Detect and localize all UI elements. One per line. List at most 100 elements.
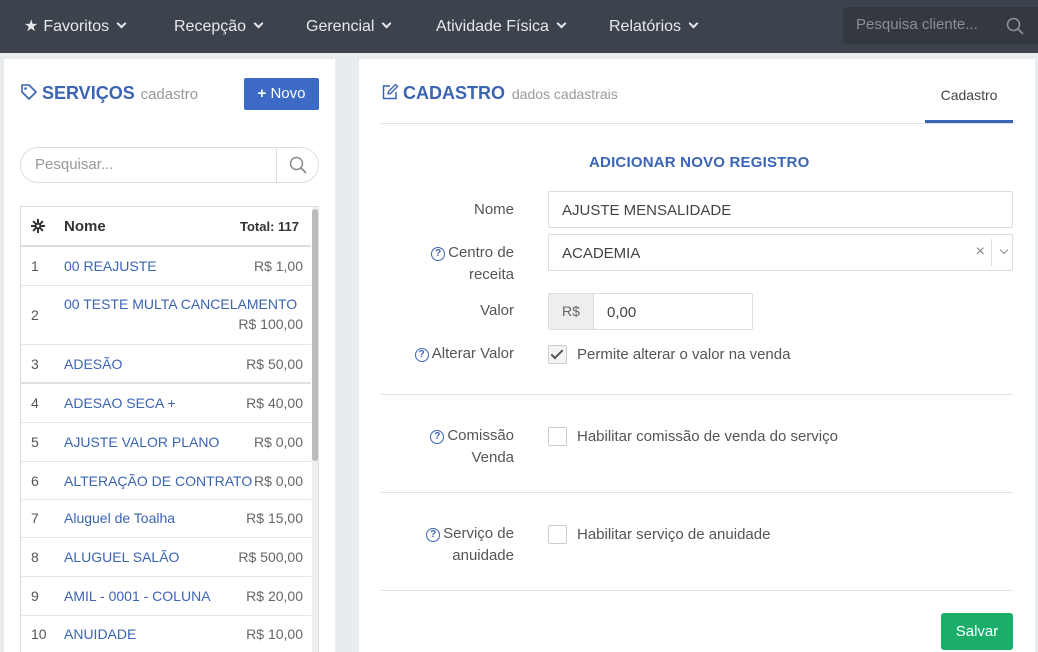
- row-name-link[interactable]: 00 TESTE MULTA CANCELAMENTO: [64, 296, 297, 312]
- client-search: [843, 7, 1038, 44]
- row-price: R$ 10,00: [246, 626, 303, 642]
- centro-receita-select[interactable]: ACADEMIA ×: [548, 234, 1013, 271]
- table-row[interactable]: 10 ANUIDADE R$ 10,00: [21, 616, 311, 652]
- scrollbar-thumb[interactable]: [312, 209, 318, 461]
- comissao-label-line2: Venda: [471, 449, 514, 466]
- plus-icon: +: [257, 85, 267, 102]
- centro-receita-label: ? Centro de receita: [431, 242, 514, 286]
- chevron-down-icon[interactable]: [999, 245, 1009, 255]
- section-divider: [381, 590, 1013, 591]
- anuidade-label: ? Serviço de anuidade: [426, 523, 514, 567]
- row-price: R$ 15,00: [246, 510, 303, 526]
- table-row[interactable]: 9 AMIL - 0001 - COLUNA R$ 20,00: [21, 577, 311, 616]
- table-header: Nome Total: 117: [21, 207, 311, 247]
- nome-value: AJUSTE MENSALIDADE: [562, 202, 732, 219]
- row-index: 7: [31, 510, 39, 526]
- services-panel: SERVIÇOS cadastro + Novo Nome Total: 117…: [4, 59, 335, 652]
- row-index: 10: [31, 626, 47, 642]
- row-price: R$ 1,00: [253, 258, 303, 274]
- cadastro-subtitle: dados cadastrais: [511, 86, 618, 102]
- anuidade-checkbox[interactable]: [548, 525, 567, 544]
- nome-field[interactable]: AJUSTE MENSALIDADE: [548, 191, 1013, 228]
- valor-label: Valor: [480, 302, 514, 319]
- section-divider: [381, 492, 1013, 493]
- row-price: R$ 500,00: [238, 549, 303, 565]
- table-row[interactable]: 8 ALUGUEL SALÃO R$ 500,00: [21, 538, 311, 577]
- new-service-label: Novo: [270, 85, 306, 102]
- row-name-link[interactable]: AJUSTE VALOR PLANO: [64, 434, 219, 450]
- gear-icon[interactable]: [31, 219, 45, 236]
- section-divider: [381, 394, 1013, 395]
- header-divider: [381, 123, 1013, 124]
- row-price: R$ 20,00: [246, 588, 303, 604]
- edit-icon: [381, 83, 399, 104]
- row-name-link[interactable]: ADESÃO: [64, 356, 122, 372]
- column-header-name[interactable]: Nome: [64, 218, 106, 235]
- row-price: R$ 40,00: [246, 395, 303, 411]
- help-icon[interactable]: ?: [414, 348, 429, 362]
- help-icon[interactable]: ?: [430, 430, 445, 444]
- nav-gerencial-label: Gerencial: [306, 18, 375, 35]
- table-row[interactable]: 4 ADESAO SECA + R$ 40,00: [21, 384, 311, 423]
- nav-favoritos[interactable]: ★ Favoritos: [24, 0, 127, 53]
- select-divider: [991, 239, 992, 266]
- nav-atividade-fisica-label: Atividade Física: [436, 18, 549, 35]
- row-index: 5: [31, 434, 39, 450]
- table-row[interactable]: 6 ALTERAÇÃO DE CONTRATO R$ 0,00: [21, 462, 311, 500]
- nav-relatorios[interactable]: Relatórios: [609, 0, 699, 53]
- row-name-link[interactable]: 00 REAJUSTE: [64, 258, 157, 274]
- top-navbar: ★ Favoritos Recepção Gerencial Atividade …: [0, 0, 1038, 53]
- alterar-valor-label-text: Alterar Valor: [431, 345, 514, 362]
- services-table: Nome Total: 117 1 00 REAJUSTE R$ 1,00 2 …: [20, 206, 319, 652]
- cadastro-title: CADASTRO: [403, 83, 505, 103]
- anuidade-text[interactable]: Habilitar serviço de anuidade: [577, 526, 770, 543]
- row-name-link[interactable]: AMIL - 0001 - COLUNA: [64, 588, 211, 604]
- row-name-link[interactable]: Aluguel de Toalha: [64, 510, 175, 526]
- comissao-checkbox[interactable]: [548, 427, 567, 446]
- row-name-link[interactable]: ADESAO SECA +: [64, 395, 176, 411]
- tab-cadastro[interactable]: Cadastro: [925, 87, 1013, 103]
- row-index: 1: [31, 258, 39, 274]
- row-name-link[interactable]: ALUGUEL SALÃO: [64, 549, 179, 565]
- row-index: 6: [31, 473, 39, 489]
- services-search-input[interactable]: [35, 156, 265, 173]
- table-scrollbar[interactable]: [312, 207, 318, 652]
- nav-recepcao[interactable]: Recepção: [174, 0, 264, 53]
- row-index: 2: [31, 307, 39, 323]
- table-row[interactable]: 2 00 TESTE MULTA CANCELAMENTO R$ 100,00: [21, 286, 311, 345]
- services-search: [20, 147, 319, 183]
- total-count: Total: 117: [239, 219, 299, 234]
- table-row[interactable]: 3 ADESÃO R$ 50,00: [21, 345, 311, 384]
- client-search-input[interactable]: [856, 16, 1006, 33]
- save-button[interactable]: Salvar: [941, 613, 1013, 650]
- row-name-link[interactable]: ALTERAÇÃO DE CONTRATO: [64, 473, 252, 489]
- table-row[interactable]: 5 AJUSTE VALOR PLANO R$ 0,00: [21, 423, 311, 462]
- alterar-valor-checkbox[interactable]: [548, 345, 567, 364]
- row-price: R$ 100,00: [238, 316, 303, 332]
- centro-receita-value: ACADEMIA: [562, 245, 641, 262]
- valor-input[interactable]: 0,00: [607, 304, 636, 321]
- alterar-valor-text[interactable]: Permite alterar o valor na venda: [577, 346, 790, 363]
- table-row[interactable]: 1 00 REAJUSTE R$ 1,00: [21, 247, 311, 286]
- tag-icon: [20, 83, 38, 104]
- form-heading: ADICIONAR NOVO REGISTRO: [589, 154, 810, 171]
- search-icon[interactable]: [289, 156, 307, 177]
- star-icon: ★: [24, 18, 39, 35]
- table-row[interactable]: 7 Aluguel de Toalha R$ 15,00: [21, 500, 311, 538]
- help-icon[interactable]: ?: [426, 528, 441, 542]
- help-icon[interactable]: ?: [431, 247, 446, 261]
- nav-atividade-fisica[interactable]: Atividade Física: [436, 0, 567, 53]
- new-service-button[interactable]: + Novo: [244, 78, 319, 110]
- chevron-down-icon: [556, 18, 567, 29]
- services-panel-title: SERVIÇOS cadastro: [20, 83, 198, 104]
- row-name-link[interactable]: ANUIDADE: [64, 626, 136, 642]
- comissao-text[interactable]: Habilitar comissão de venda do serviço: [577, 428, 838, 445]
- cadastro-panel-title: CADASTRO dados cadastrais: [381, 83, 618, 104]
- clear-icon[interactable]: ×: [976, 243, 985, 261]
- cadastro-panel: CADASTRO dados cadastrais Cadastro ADICI…: [359, 59, 1035, 652]
- search-divider: [276, 148, 277, 182]
- nav-gerencial[interactable]: Gerencial: [306, 0, 392, 53]
- chevron-down-icon: [253, 18, 264, 29]
- centro-label-line1: Centro de: [448, 244, 514, 261]
- search-icon[interactable]: [1006, 17, 1024, 38]
